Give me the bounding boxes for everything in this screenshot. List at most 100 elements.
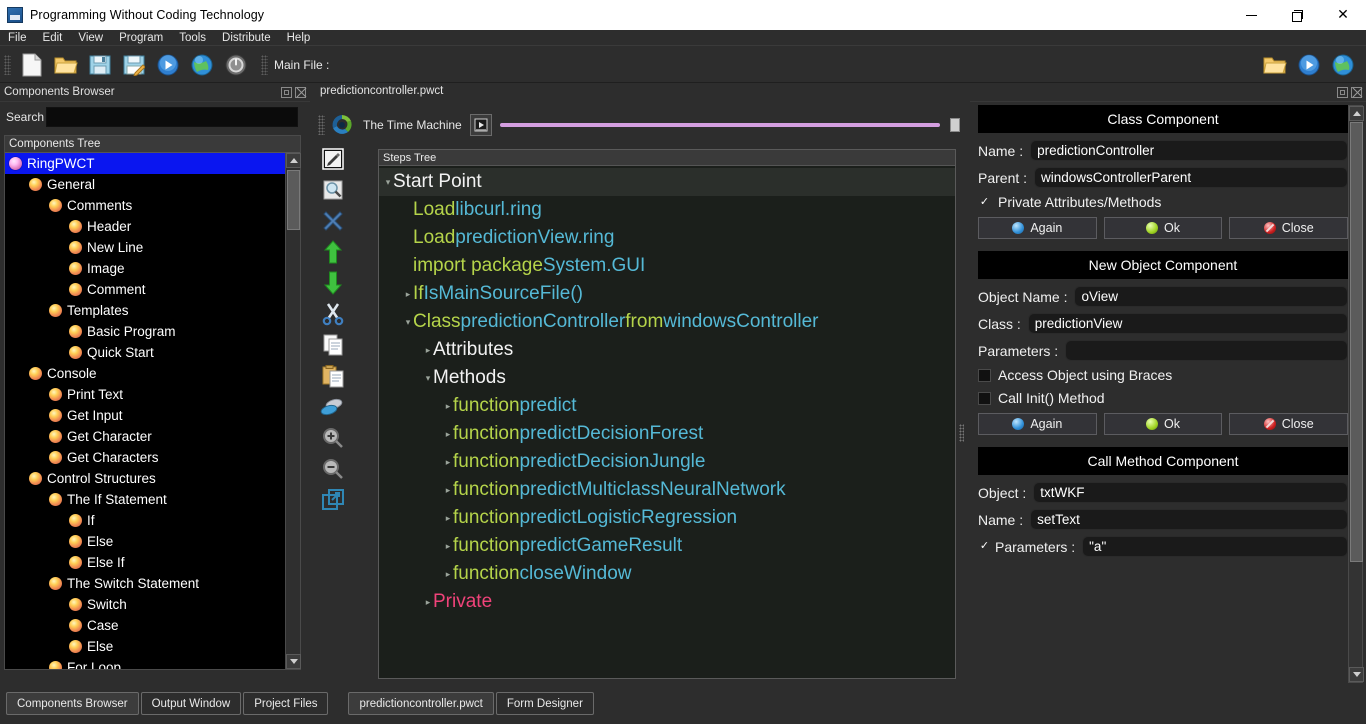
step-row[interactable]: ▾Class predictionController from windows… — [379, 308, 955, 336]
chevron-down-icon[interactable]: ▾ — [423, 374, 433, 383]
field-input[interactable] — [1030, 140, 1348, 161]
right-float-icon[interactable] — [1337, 87, 1348, 98]
new-file-button[interactable] — [15, 49, 49, 81]
ok-button[interactable]: Ok — [1104, 217, 1223, 239]
again-button[interactable]: Again — [978, 413, 1097, 435]
step-row[interactable]: ▸Attributes — [379, 336, 955, 364]
left-float-icon[interactable] — [281, 87, 292, 98]
field-input[interactable] — [1065, 340, 1348, 361]
cut-button[interactable] — [312, 298, 354, 329]
menu-item-edit[interactable]: Edit — [35, 30, 71, 46]
menu-item-view[interactable]: View — [70, 30, 111, 46]
save-button[interactable] — [83, 49, 117, 81]
bottom-tab[interactable]: Project Files — [243, 692, 328, 715]
left-close-icon[interactable] — [295, 87, 306, 98]
chevron-right-icon[interactable]: ▸ — [443, 430, 453, 439]
step-row[interactable]: ▸function predictMulticlassNeuralNetwork — [379, 476, 955, 504]
chevron-right-icon[interactable]: ▸ — [443, 514, 453, 523]
bottom-tab[interactable]: Components Browser — [6, 692, 139, 715]
field-input[interactable] — [1034, 167, 1348, 188]
right-scroll-up-button[interactable] — [1349, 106, 1364, 121]
step-row[interactable]: ▾Start Point — [379, 168, 955, 196]
components-tree-body[interactable]: RingPWCTGeneralCommentsHeaderNew LineIma… — [5, 153, 285, 669]
power-button[interactable] — [219, 49, 253, 81]
chevron-right-icon[interactable]: ▸ — [443, 402, 453, 411]
chevron-right-icon[interactable]: ▸ — [443, 570, 453, 579]
tree-item[interactable]: If — [5, 510, 285, 531]
tree-item[interactable]: For Loop — [5, 657, 285, 669]
menu-item-file[interactable]: File — [0, 30, 35, 46]
tree-item[interactable]: Case — [5, 615, 285, 636]
open-project-button[interactable] — [1258, 49, 1292, 81]
tree-item[interactable]: Else If — [5, 552, 285, 573]
field-input[interactable] — [1030, 509, 1348, 530]
close-button[interactable]: Close — [1229, 413, 1348, 435]
form-checkbox-row[interactable]: Access Object using Braces — [978, 367, 1348, 383]
tree-item[interactable]: Templates — [5, 300, 285, 321]
tree-item[interactable]: RingPWCT — [5, 153, 285, 174]
edit-step-button[interactable] — [312, 143, 354, 174]
checkbox[interactable] — [978, 392, 991, 405]
chevron-right-icon[interactable]: ▸ — [403, 290, 413, 299]
web-run-button[interactable] — [1326, 49, 1360, 81]
form-checkbox-row[interactable]: ✓Private Attributes/Methods — [978, 194, 1348, 210]
field-input[interactable] — [1082, 536, 1348, 557]
run-program-button[interactable] — [1292, 49, 1326, 81]
menu-item-help[interactable]: Help — [279, 30, 319, 46]
tree-item[interactable]: General — [5, 174, 285, 195]
right-scroll-thumb[interactable] — [1350, 122, 1363, 562]
components-tree-scrollbar[interactable] — [285, 153, 300, 669]
right-panel-scrollbar[interactable] — [1348, 105, 1363, 683]
tree-item[interactable]: Console — [5, 363, 285, 384]
tree-item[interactable]: Switch — [5, 594, 285, 615]
run-button[interactable] — [151, 49, 185, 81]
tree-item[interactable]: Basic Program — [5, 321, 285, 342]
step-row[interactable]: ▸function closeWindow — [379, 560, 955, 588]
right-scroll-down-button[interactable] — [1349, 667, 1364, 682]
close-button[interactable]: Close — [1229, 217, 1348, 239]
step-row[interactable]: ▸function predictLogisticRegression — [379, 504, 955, 532]
step-row[interactable]: ▸function predictDecisionForest — [379, 420, 955, 448]
move-down-button[interactable] — [312, 267, 354, 298]
chevron-down-icon[interactable]: ▾ — [403, 318, 413, 327]
step-row[interactable]: ▸Private — [379, 588, 955, 616]
bottom-tab[interactable]: Output Window — [141, 692, 242, 715]
chevron-right-icon[interactable]: ▸ — [443, 458, 453, 467]
checkbox[interactable]: ✓ — [978, 540, 991, 553]
tree-item[interactable]: Get Input — [5, 405, 285, 426]
menu-item-tools[interactable]: Tools — [171, 30, 214, 46]
search-input[interactable] — [46, 107, 298, 127]
tree-item[interactable]: Else — [5, 636, 285, 657]
step-row[interactable]: ▾Methods — [379, 364, 955, 392]
paste-button[interactable] — [312, 360, 354, 391]
close-button[interactable]: ✕ — [1320, 0, 1366, 30]
tree-item[interactable]: Control Structures — [5, 468, 285, 489]
delete-step-button[interactable] — [312, 205, 354, 236]
refresh-icon[interactable] — [329, 112, 355, 138]
checkbox[interactable]: ✓ — [978, 196, 991, 209]
tree-item[interactable]: Image — [5, 258, 285, 279]
chevron-right-icon[interactable]: ▸ — [423, 346, 433, 355]
field-input[interactable] — [1028, 313, 1348, 334]
editor-splitter[interactable] — [959, 424, 964, 442]
maximize-button[interactable] — [1274, 0, 1320, 30]
chevron-right-icon[interactable]: ▸ — [423, 598, 433, 607]
tree-item[interactable]: Get Character — [5, 426, 285, 447]
toolbar-grip[interactable] — [4, 55, 11, 75]
tree-item[interactable]: Print Text — [5, 384, 285, 405]
pills-button[interactable] — [312, 391, 354, 422]
step-row[interactable]: import package System.GUI — [379, 252, 955, 280]
tree-item[interactable]: New Line — [5, 237, 285, 258]
menu-item-program[interactable]: Program — [111, 30, 171, 46]
mainfile-grip[interactable] — [261, 55, 268, 75]
tree-item[interactable]: Comments — [5, 195, 285, 216]
chevron-down-icon[interactable]: ▾ — [383, 178, 393, 187]
scroll-thumb[interactable] — [287, 170, 300, 230]
step-row[interactable]: ▸function predictGameResult — [379, 532, 955, 560]
step-row[interactable]: ▸If IsMainSourceFile() — [379, 280, 955, 308]
inspect-step-button[interactable] — [312, 174, 354, 205]
copy-button[interactable] — [312, 329, 354, 360]
menu-item-distribute[interactable]: Distribute — [214, 30, 279, 46]
again-button[interactable]: Again — [978, 217, 1097, 239]
bottom-tab[interactable]: Form Designer — [496, 692, 594, 715]
